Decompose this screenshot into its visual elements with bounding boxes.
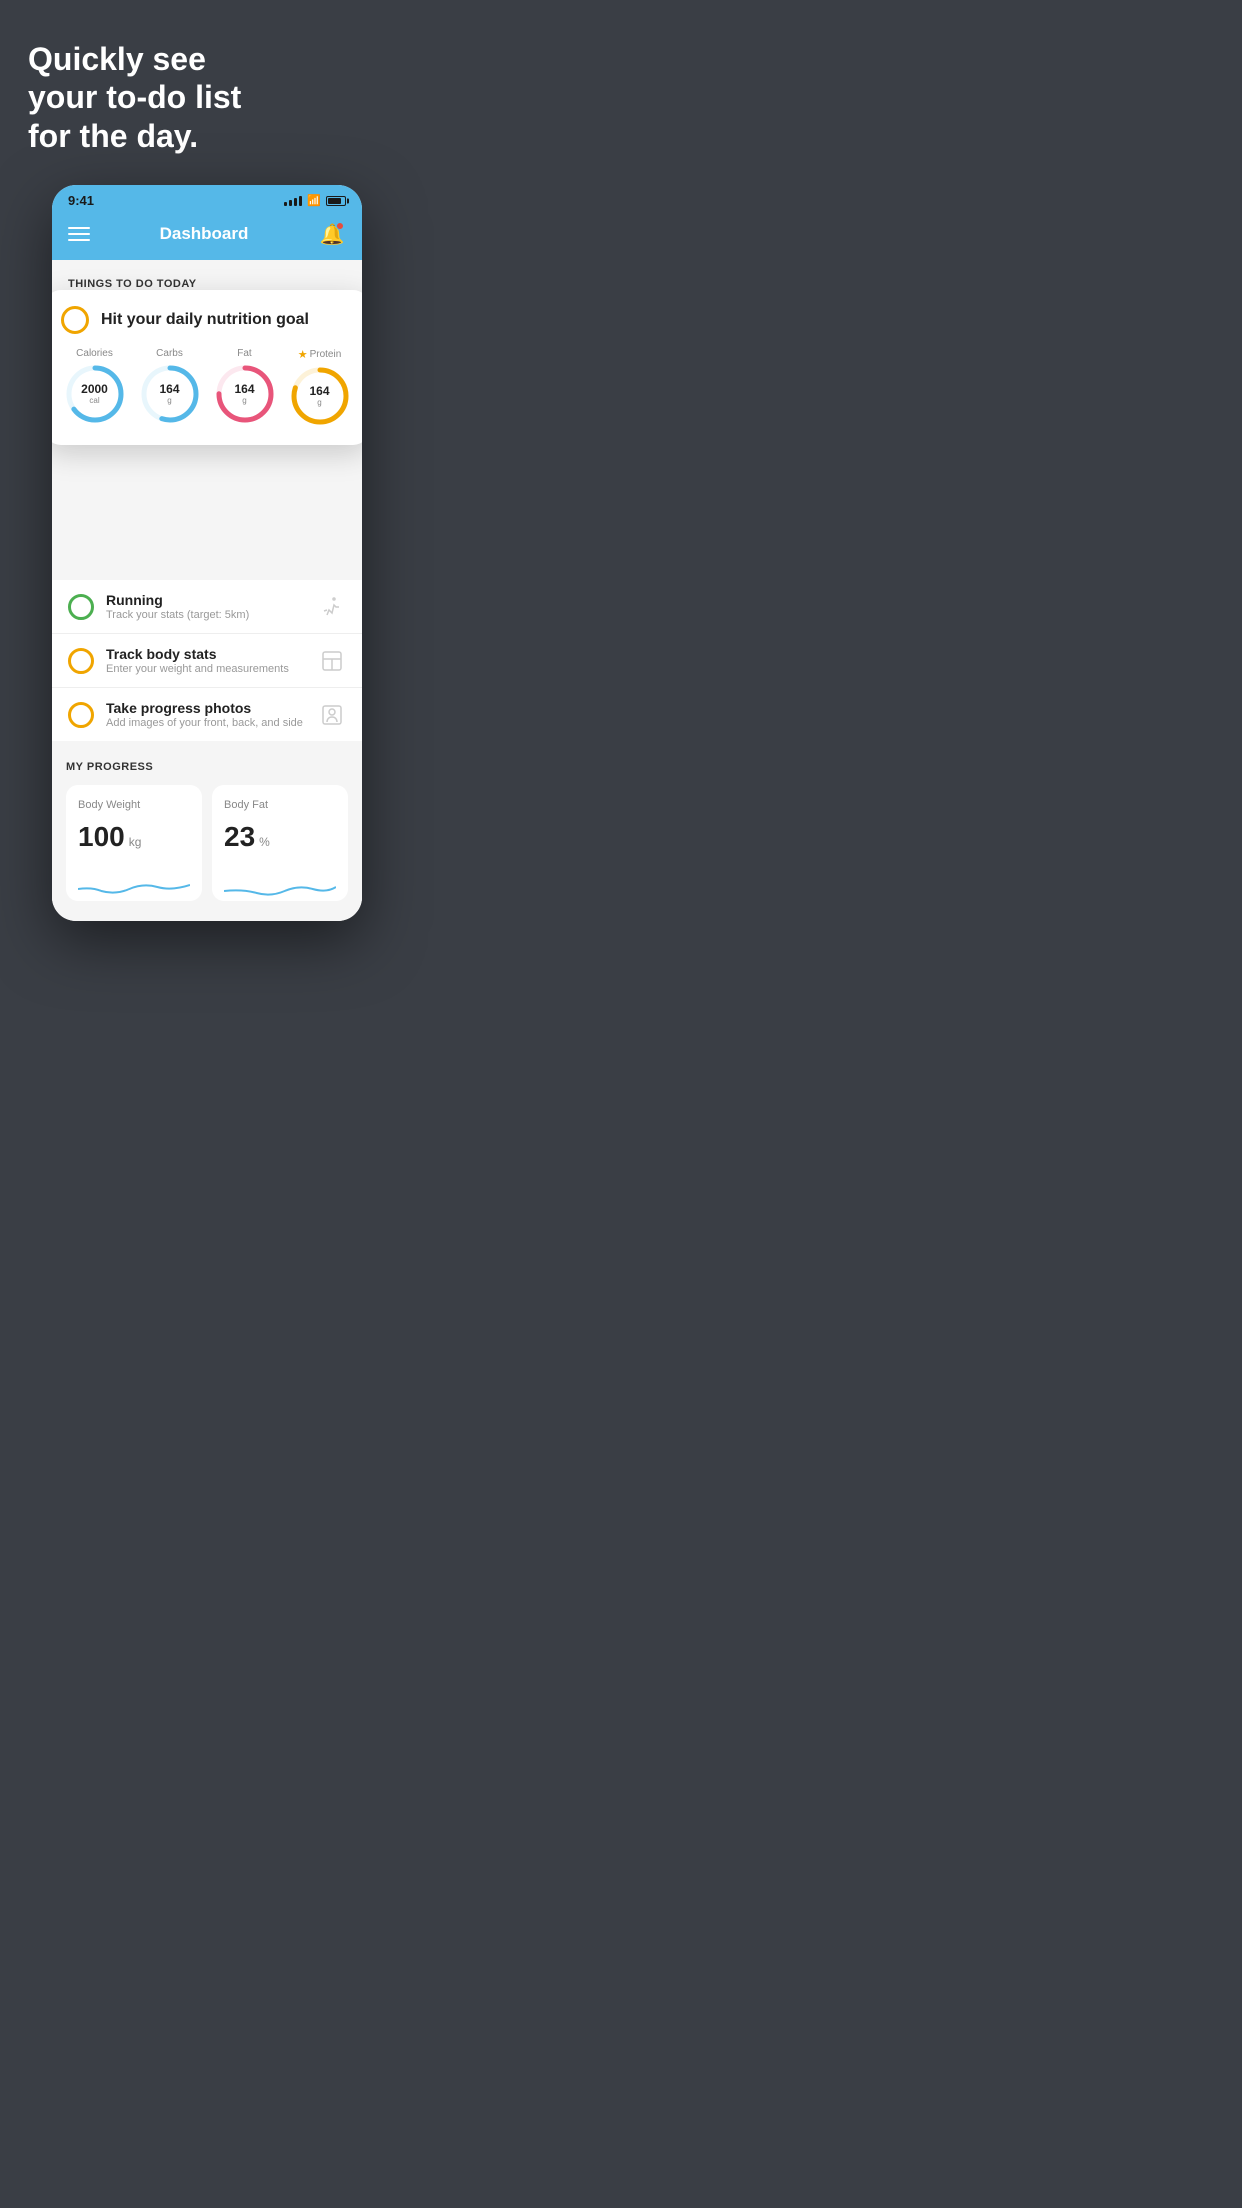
body-weight-unit: kg [129,835,142,849]
my-progress-title: MY PROGRESS [66,761,348,773]
body-stats-check-circle [68,648,94,674]
nav-title: Dashboard [160,224,249,244]
progress-cards: Body Weight 100 kg Body Fat [66,785,348,901]
todo-item-progress-photos[interactable]: Take progress photos Add images of your … [52,688,362,741]
body-weight-chart [78,869,190,901]
body-fat-card-title: Body Fat [224,799,336,811]
wifi-icon: 📶 [307,194,321,207]
status-icons: 📶 [284,194,346,207]
running-check-circle [68,594,94,620]
person-icon [318,701,346,729]
status-time: 9:41 [68,193,94,208]
progress-photos-title: Take progress photos [106,700,306,716]
protein-label: ★ Protein [298,348,342,361]
body-fat-value: 23 [224,821,255,853]
carbs-item[interactable]: Carbs 164 g [139,348,201,427]
body-fat-card[interactable]: Body Fat 23 % [212,785,348,901]
body-weight-value: 100 [78,821,125,853]
phone-content: THINGS TO DO TODAY Hit your daily nutrit… [52,260,362,921]
protein-ring: 164 g [289,365,351,427]
body-stats-subtitle: Enter your weight and measurements [106,663,306,675]
calories-ring: 2000 cal [64,363,126,425]
page-background: Quickly see your to-do list for the day.… [0,0,414,941]
status-bar: 9:41 📶 [52,185,362,212]
todo-item-running[interactable]: Running Track your stats (target: 5km) [52,580,362,634]
protein-item[interactable]: ★ Protein 164 g [289,348,351,427]
fat-item[interactable]: Fat 164 g [214,348,276,427]
nav-bar: Dashboard 🔔 [52,212,362,260]
progress-photos-check-circle [68,702,94,728]
my-progress-section: MY PROGRESS Body Weight 100 kg [52,741,362,911]
body-stats-title: Track body stats [106,646,306,662]
nutrition-items: Calories 2000 cal [61,348,353,427]
progress-photos-subtitle: Add images of your front, back, and side [106,717,306,729]
carbs-label: Carbs [156,348,183,359]
hero-section: Quickly see your to-do list for the day. [0,0,414,175]
calories-item[interactable]: Calories 2000 cal [64,348,126,427]
body-weight-card[interactable]: Body Weight 100 kg [66,785,202,901]
carbs-ring: 164 g [139,363,201,425]
signal-icon [284,196,302,206]
battery-icon [326,196,346,206]
body-fat-unit: % [259,835,270,849]
hero-title: Quickly see your to-do list for the day. [28,40,386,155]
fat-ring: 164 g [214,363,276,425]
running-subtitle: Track your stats (target: 5km) [106,609,306,621]
phone-shell: 9:41 📶 Dashboard [52,185,362,921]
notification-bell-button[interactable]: 🔔 [318,220,346,248]
nutrition-card: Hit your daily nutrition goal Calories [52,290,362,445]
calories-label: Calories [76,348,113,359]
star-icon: ★ [298,348,308,361]
todo-list: Running Track your stats (target: 5km) [52,580,362,741]
fat-label: Fat [237,348,251,359]
hamburger-menu-button[interactable] [68,227,90,241]
body-weight-card-title: Body Weight [78,799,190,811]
body-fat-chart [224,869,336,901]
scale-icon [318,647,346,675]
running-title: Running [106,592,306,608]
todo-item-body-stats[interactable]: Track body stats Enter your weight and m… [52,634,362,688]
nutrition-check-circle[interactable] [61,306,89,334]
running-icon [318,593,346,621]
things-todo-title: THINGS TO DO TODAY [68,278,197,290]
nutrition-card-title: Hit your daily nutrition goal [101,311,309,329]
card-header: Hit your daily nutrition goal [61,306,353,334]
